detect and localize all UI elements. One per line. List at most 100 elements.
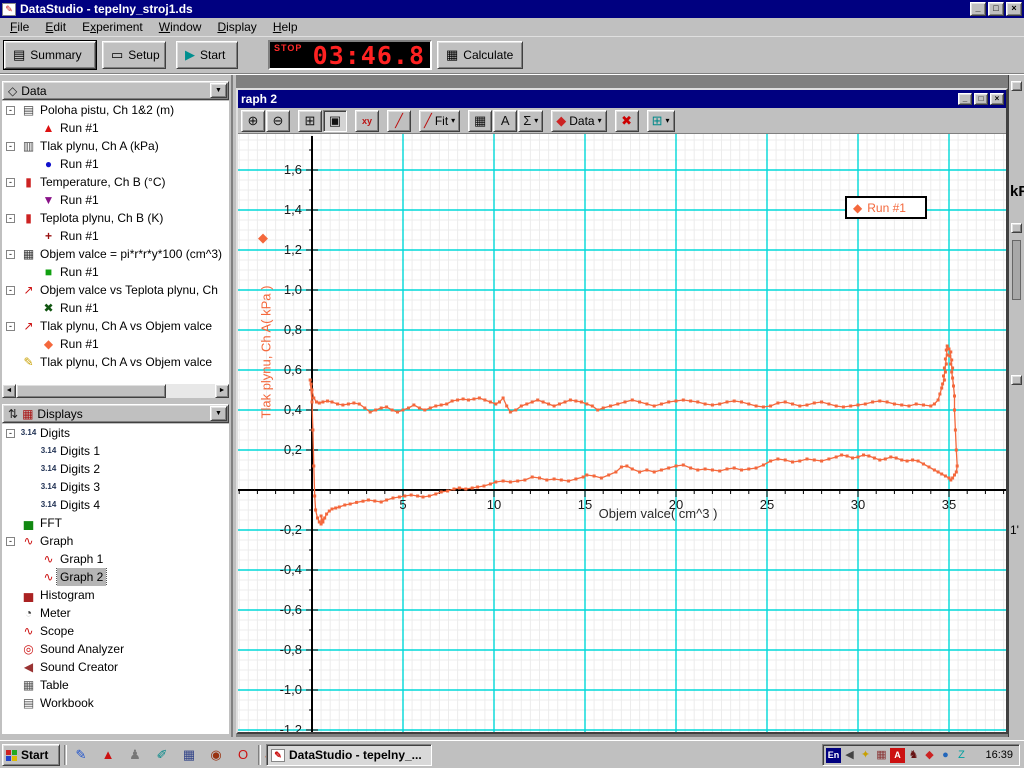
scroll-left-button[interactable]: ◄ <box>2 384 16 398</box>
devil-icon[interactable]: ♞ <box>906 748 921 763</box>
expand-collapse-box[interactable]: - <box>6 106 15 115</box>
tree-item-data[interactable]: -▮Teplota plynu, Ch B (K) <box>2 209 229 227</box>
tree-item-data[interactable]: -↗Tlak plynu, Ch A vs Objem valce <box>2 317 229 335</box>
statistics-button[interactable]: Σ▾ <box>518 110 543 132</box>
maximize-button[interactable]: □ <box>974 93 988 105</box>
scroll-right-button[interactable]: ► <box>215 384 229 398</box>
data-panel-dropdown-button[interactable]: ▼ <box>210 83 227 98</box>
tree-item-display[interactable]: -∿Graph <box>2 532 229 550</box>
tree-item-run[interactable]: ◆Run #1 <box>2 335 229 353</box>
tree-item-display[interactable]: ◎Sound Analyzer <box>2 640 229 658</box>
slope-tool-button[interactable]: ╱ <box>387 110 411 132</box>
quicklaunch-media-icon[interactable]: ◉ <box>207 746 225 764</box>
menu-display[interactable]: Display <box>209 18 264 36</box>
scale-lock-button[interactable]: ▣ <box>323 110 347 132</box>
summary-button[interactable]: ▤ Summary <box>4 41 96 69</box>
tree-item-run[interactable]: ▼Run #1 <box>2 191 229 209</box>
smart-tool-button[interactable]: xy <box>355 110 379 132</box>
expand-collapse-box[interactable]: - <box>6 142 15 151</box>
menu-window[interactable]: Window <box>151 18 210 36</box>
expand-collapse-box[interactable]: - <box>6 214 15 223</box>
expand-collapse-box[interactable]: - <box>6 322 15 331</box>
zoom-select-button[interactable]: ⊞ <box>298 110 322 132</box>
tree-item-data[interactable]: -▮Temperature, Ch B (°C) <box>2 173 229 191</box>
expand-collapse-box[interactable]: - <box>6 537 15 546</box>
tree-item-display-child[interactable]: ∿Graph 2 <box>2 568 229 586</box>
tree-item-display-child[interactable]: 3.14Digits 4 <box>2 496 229 514</box>
tree-item-data[interactable]: -↗Objem valce vs Teplota plynu, Ch <box>2 281 229 299</box>
scroll-track[interactable] <box>16 384 215 398</box>
calculator-button[interactable]: ▦ <box>468 110 492 132</box>
modem-icon[interactable]: Z <box>954 748 969 763</box>
tree-item-display[interactable]: -3.14Digits <box>2 424 229 442</box>
displays-panel-dropdown-button[interactable]: ▼ <box>210 406 227 421</box>
quicklaunch-acrobat-icon[interactable]: ▲ <box>99 746 117 764</box>
menu-help[interactable]: Help <box>265 18 306 36</box>
tree-item-data[interactable]: -▥Tlak plynu, Ch A (kPa) <box>2 137 229 155</box>
maximize-button[interactable]: □ <box>988 2 1004 16</box>
quicklaunch-notes-icon[interactable]: ✎ <box>72 746 90 764</box>
ati-icon[interactable]: A <box>890 748 905 763</box>
expand-collapse-box[interactable]: - <box>6 429 15 438</box>
diamond-tool-icon[interactable]: ◆ <box>922 748 937 763</box>
calculate-button[interactable]: ▦ Calculate <box>437 41 523 69</box>
quicklaunch-paint-icon[interactable]: ✐ <box>153 746 171 764</box>
y-axis-title[interactable]: Tlak plynu, Ch A( kPa ) <box>259 286 274 419</box>
menu-edit[interactable]: Edit <box>37 18 74 36</box>
data-panel-header[interactable]: ◇ Data ▼ <box>2 81 229 100</box>
remove-button[interactable]: ✖ <box>615 110 639 132</box>
quicklaunch-bird-icon[interactable]: ♟ <box>126 746 144 764</box>
expand-collapse-box[interactable]: - <box>6 286 15 295</box>
taskbar-task-button[interactable]: ✎ DataStudio - tepelny_... <box>266 744 432 766</box>
start-button[interactable]: ▶ Start <box>176 41 238 69</box>
tree-item-run[interactable]: ■Run #1 <box>2 263 229 281</box>
minimize-button[interactable]: _ <box>970 2 986 16</box>
scroll-thumb[interactable] <box>16 384 166 398</box>
menu-experiment[interactable]: Experiment <box>74 18 151 36</box>
zoom-in-button[interactable]: ⊕ <box>241 110 265 132</box>
zoom-out-button[interactable]: ⊖ <box>266 110 290 132</box>
tree-item-display[interactable]: ▅Histogram <box>2 586 229 604</box>
volume-icon[interactable]: ◀ <box>842 748 857 763</box>
taskbar-start-button[interactable]: Start <box>2 744 60 766</box>
app-titlebar[interactable]: ✎ DataStudio - tepelny_stroj1.ds _□× <box>0 0 1024 18</box>
tree-item-display-child[interactable]: 3.14Digits 3 <box>2 478 229 496</box>
tree-item-display[interactable]: ◔Meter <box>2 604 229 622</box>
network-globe-icon[interactable]: ● <box>938 748 953 763</box>
expand-collapse-box[interactable]: - <box>6 178 15 187</box>
tree-item-data[interactable]: -▤Poloha pistu, Ch 1&2 (m) <box>2 101 229 119</box>
x-axis-title[interactable]: Objem valce( cm^3 ) <box>599 506 718 521</box>
keyboard-layout-indicator[interactable]: En <box>826 748 841 763</box>
graph-settings-button[interactable]: ⊞▾ <box>647 110 675 132</box>
graph-plot-area[interactable]: 51015202530351,61,41,21,00,80,60,40,2-0,… <box>238 134 1006 732</box>
displays-panel-header[interactable]: ⇅ ▦ Displays ▼ <box>2 404 229 423</box>
tree-item-display[interactable]: ▤Workbook <box>2 694 229 712</box>
tree-item-display[interactable]: ◀Sound Creator <box>2 658 229 676</box>
setup-button[interactable]: ▭ Setup <box>102 41 166 69</box>
tree-item-display-child[interactable]: 3.14Digits 2 <box>2 460 229 478</box>
tree-item-run[interactable]: ▲Run #1 <box>2 119 229 137</box>
graph-window[interactable]: raph 2 _□× ⊕⊖ ⊞▣ xy ╱ ╱Fit▾ ▦AΣ▾ ◆Data▾ ✖ ⊞▾ 510… <box>236 88 1008 734</box>
menu-file[interactable]: File <box>2 18 37 36</box>
tree-item-run[interactable]: ●Run #1 <box>2 155 229 173</box>
quicklaunch-opera-icon[interactable]: O <box>234 746 252 764</box>
close-button[interactable]: × <box>1006 2 1022 16</box>
fit-menu-button[interactable]: ╱Fit▾ <box>419 110 460 132</box>
tree-item-run[interactable]: +Run #1 <box>2 227 229 245</box>
scheduler-icon[interactable]: ▦ <box>874 748 889 763</box>
quicklaunch-calculator-icon[interactable]: ▦ <box>180 746 198 764</box>
close-button[interactable]: × <box>990 93 1004 105</box>
graph-window-titlebar[interactable]: raph 2 _□× <box>238 90 1006 108</box>
data-menu-button[interactable]: ◆Data▾ <box>551 110 606 132</box>
tree-item-display-child[interactable]: ∿Graph 1 <box>2 550 229 568</box>
legend[interactable]: ◆ Run #1 <box>845 196 927 219</box>
minimize-button[interactable]: _ <box>958 93 972 105</box>
tree-item-data[interactable]: ✎Tlak plynu, Ch A vs Objem valce <box>2 353 229 371</box>
tree-item-display[interactable]: ▅FFT <box>2 514 229 532</box>
tree-item-display-child[interactable]: 3.14Digits 1 <box>2 442 229 460</box>
expand-collapse-box[interactable]: - <box>6 250 15 259</box>
data-tree-hscrollbar[interactable]: ◄ ► <box>2 384 229 398</box>
brush-icon[interactable]: ✦ <box>858 748 873 763</box>
tree-item-data[interactable]: -▦Objem valce = pi*r*r*y*100 (cm^3) <box>2 245 229 263</box>
text-annotation-button[interactable]: A <box>493 110 517 132</box>
